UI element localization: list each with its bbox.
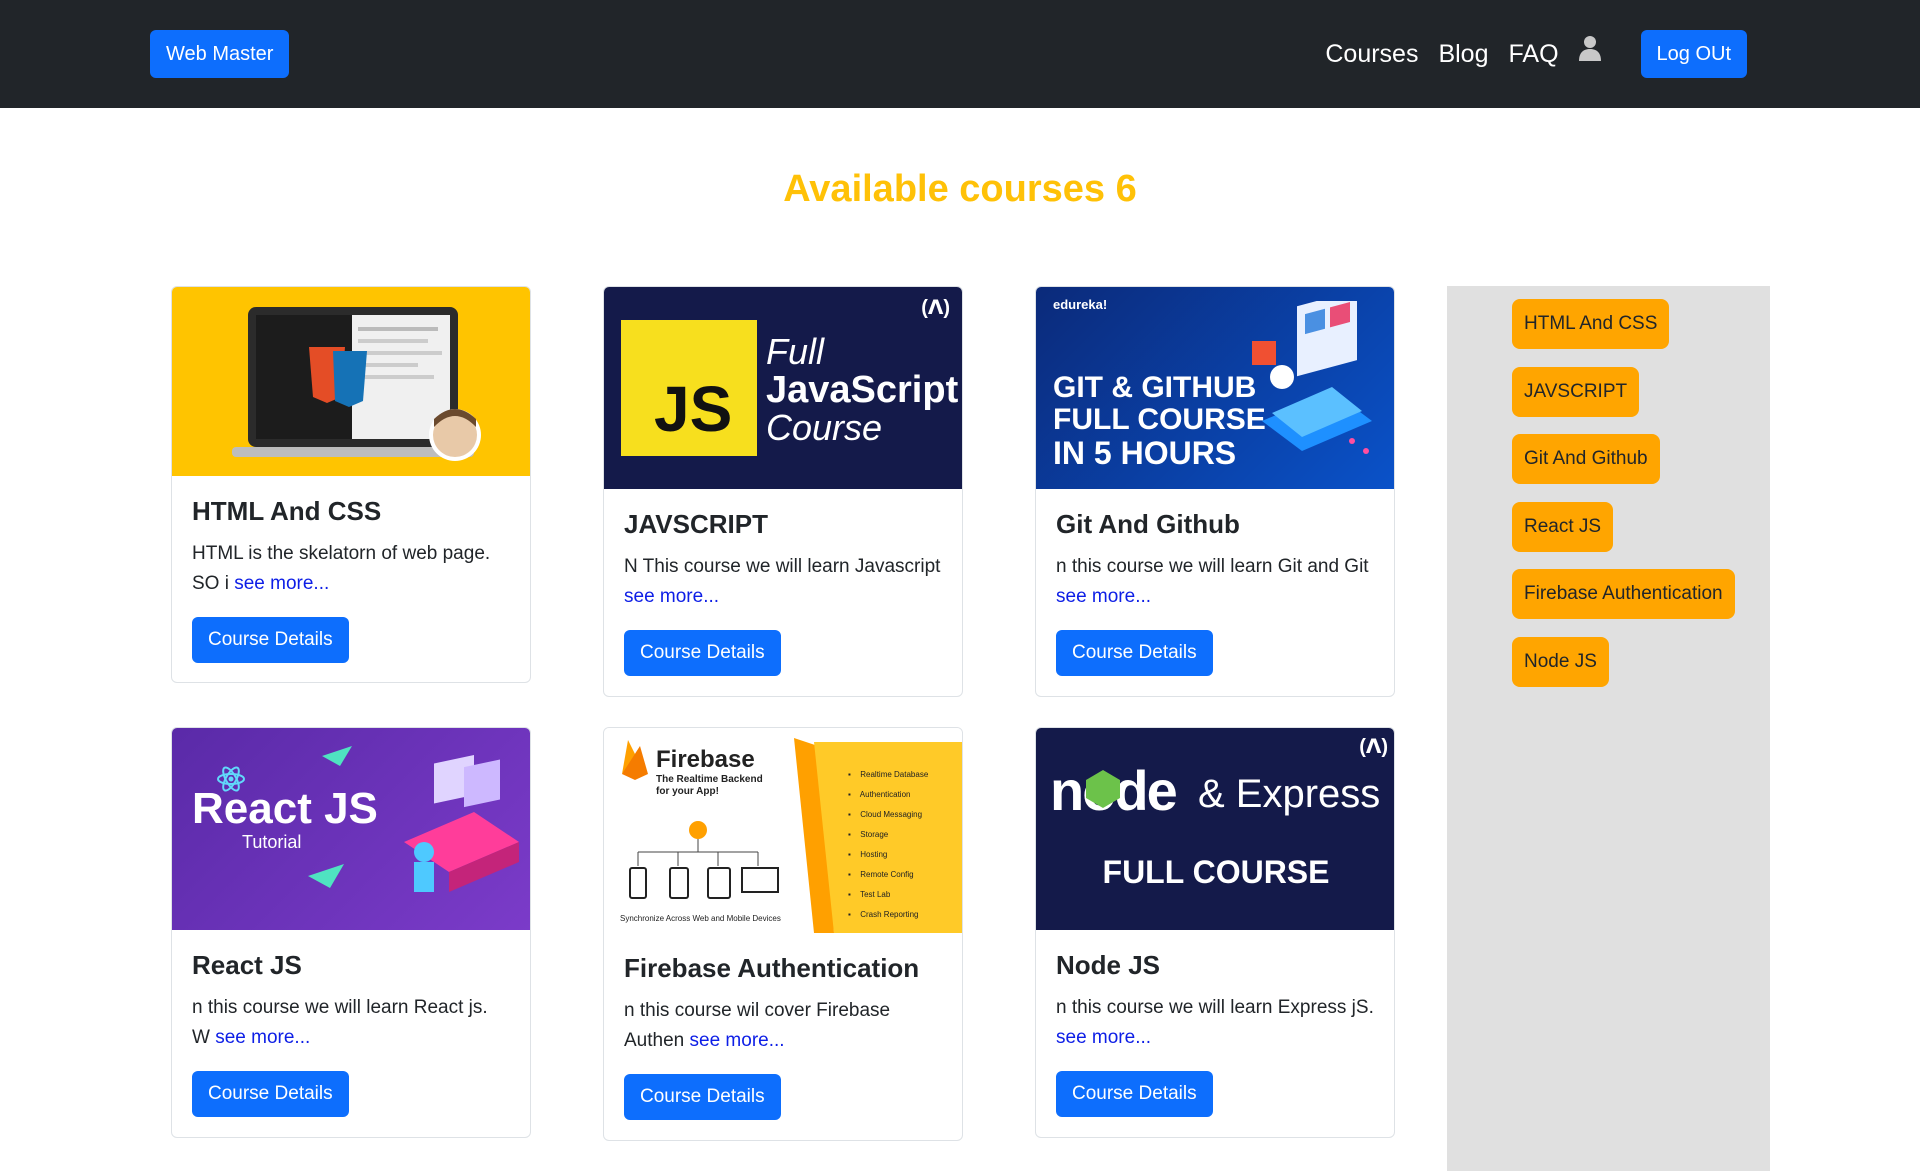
sidebar-item-javascript[interactable]: JAVSCRIPT — [1512, 367, 1640, 417]
course-image-javascript: JS Full JavaScript Course (ᐱ) — [604, 287, 962, 489]
js-image-line2: JavaScript — [766, 369, 959, 411]
firebase-tagline: The Realtime Backend for your App! — [656, 774, 763, 797]
course-title: Node JS — [1056, 950, 1161, 980]
top-navbar: Web Master Courses Blog FAQ Log OUt — [0, 0, 1920, 108]
feature-icon: ▪ — [848, 810, 851, 819]
feature-icon: ▪ — [848, 890, 851, 899]
firebase-caption: Synchronize Across Web and Mobile Device… — [620, 914, 781, 923]
see-more-link[interactable]: see more... — [690, 1030, 785, 1051]
feature-icon: ▪ — [848, 850, 851, 859]
course-image-html-css — [172, 287, 530, 476]
course-title: Firebase Authentication — [624, 953, 920, 983]
firebase-brand: Firebase — [656, 746, 755, 773]
nav-link-blog[interactable]: Blog — [1438, 30, 1488, 78]
logout-button[interactable]: Log OUt — [1640, 30, 1747, 78]
see-more-link[interactable]: see more... — [1056, 586, 1151, 607]
js-logo-text: JS — [654, 373, 733, 445]
react-illustration — [404, 754, 519, 892]
card-body: JAVSCRIPT N This course we will learn Ja… — [604, 489, 962, 696]
course-details-button[interactable]: Course Details — [1056, 1071, 1213, 1117]
user-icon[interactable] — [1578, 35, 1601, 61]
js-image-line1: Full — [766, 331, 825, 372]
course-card-firebase: Firebase The Realtime Backend for your A… — [603, 727, 963, 1141]
feature-icon: ▪ — [848, 790, 851, 799]
firebase-feature: ▪ Realtime Database — [848, 770, 929, 779]
feature-icon: ▪ — [848, 770, 851, 779]
freecodecamp-icon: (ᐱ) — [921, 297, 950, 319]
express-text: & Express — [1198, 772, 1381, 816]
paper-plane-icon — [308, 864, 344, 888]
git-image-line3: IN 5 HOURS — [1053, 435, 1237, 471]
js-image-line3: Course — [766, 407, 883, 448]
course-title: Git And Github — [1056, 509, 1240, 539]
course-details-button[interactable]: Course Details — [1056, 630, 1213, 676]
node-image-line2: FULL COURSE — [1102, 854, 1330, 890]
course-description: HTML is the skelatorn of web page. SO i … — [192, 543, 491, 594]
sidebar-item-firebase[interactable]: Firebase Authentication — [1512, 569, 1735, 619]
card-body: Node JS n this course we will learn Expr… — [1036, 930, 1394, 1137]
course-details-button[interactable]: Course Details — [192, 1071, 349, 1117]
see-more-link[interactable]: see more... — [1056, 1027, 1151, 1048]
firebase-feature: ▪ Storage — [848, 830, 889, 839]
course-details-button[interactable]: Course Details — [624, 1074, 781, 1120]
see-more-link[interactable]: see more... — [624, 586, 719, 607]
course-title: React JS — [192, 950, 302, 980]
course-image-node-js: node & Express FULL COURSE (ᐱ) — [1036, 728, 1394, 930]
freecodecamp-icon: (ᐱ) — [1359, 736, 1388, 758]
course-image-firebase: Firebase The Realtime Backend for your A… — [604, 728, 962, 933]
course-description: N This course we will learn Javascript s… — [624, 556, 941, 607]
firebase-feature: ▪ Test Lab — [848, 890, 891, 899]
course-description: n this course we will learn Express jS. … — [1056, 997, 1374, 1048]
git-image-line2: FULL COURSE — [1053, 403, 1266, 436]
node-hexagon-icon — [1086, 770, 1120, 808]
course-details-button[interactable]: Course Details — [624, 630, 781, 676]
paper-plane-icon — [322, 746, 352, 766]
firebase-features: ▪ Realtime Database ▪ Authentication ▪ C… — [848, 770, 962, 930]
git-illustration — [1252, 301, 1372, 454]
brand-button[interactable]: Web Master — [150, 30, 290, 78]
sidebar-item-react-js[interactable]: React JS — [1512, 502, 1614, 552]
card-body: Git And Github n this course we will lea… — [1036, 489, 1394, 696]
course-sidebar: HTML And CSS JAVSCRIPT Git And Github Re… — [1447, 286, 1770, 1171]
firebase-feature: ▪ Hosting — [848, 850, 888, 859]
firebase-feature: ▪ Remote Config — [848, 870, 914, 879]
nav-link-faq[interactable]: FAQ — [1509, 30, 1559, 78]
sidebar-item-git-github[interactable]: Git And Github — [1512, 434, 1660, 484]
see-more-link[interactable]: see more... — [234, 573, 329, 594]
card-body: Firebase Authentication n this course wi… — [604, 933, 962, 1140]
course-description: n this course we will learn React js. W … — [192, 997, 488, 1048]
firebase-feature: ▪ Cloud Messaging — [848, 810, 923, 819]
firebase-feature: ▪ Authentication — [848, 790, 911, 799]
course-image-git-github: edureka! GIT & GITHUB FULL COURSE IN 5 H… — [1036, 287, 1394, 489]
feature-icon: ▪ — [848, 910, 851, 919]
nav-links: Courses Blog FAQ Log OUt — [1325, 30, 1747, 78]
course-card-javascript: JS Full JavaScript Course (ᐱ) JAVSCRIPT … — [603, 286, 963, 697]
sidebar-item-html-css[interactable]: HTML And CSS — [1512, 299, 1670, 349]
feature-icon: ▪ — [848, 870, 851, 879]
course-description: n this course we will learn Git and Git … — [1056, 556, 1369, 607]
course-title: JAVSCRIPT — [624, 509, 768, 539]
nav-link-courses[interactable]: Courses — [1325, 30, 1418, 78]
course-description: n this course wil cover Firebase Authen … — [624, 1000, 891, 1051]
card-body: HTML And CSS HTML is the skelatorn of we… — [172, 476, 530, 682]
course-card-html-css: HTML And CSS HTML is the skelatorn of we… — [171, 286, 531, 683]
course-card-react-js: React JS Tutorial React JS n this course… — [171, 727, 531, 1138]
edureka-brand: edureka! — [1053, 297, 1108, 312]
react-image-line2: Tutorial — [242, 832, 302, 852]
course-card-node-js: node & Express FULL COURSE (ᐱ) Node JS n… — [1035, 727, 1395, 1138]
course-image-react-js: React JS Tutorial — [172, 728, 530, 930]
sidebar-item-node-js[interactable]: Node JS — [1512, 637, 1609, 687]
feature-icon: ▪ — [848, 830, 851, 839]
react-logo-icon — [217, 766, 245, 792]
firebase-devices-diagram — [629, 821, 779, 899]
git-image-line1: GIT & GITHUB — [1053, 371, 1257, 404]
course-title: HTML And CSS — [192, 496, 382, 526]
page-title: Available courses 6 — [783, 168, 1137, 210]
course-card-git-github: edureka! GIT & GITHUB FULL COURSE IN 5 H… — [1035, 286, 1395, 697]
course-details-button[interactable]: Course Details — [192, 617, 349, 663]
see-more-link[interactable]: see more... — [215, 1027, 310, 1048]
firebase-feature: ▪ Crash Reporting — [848, 910, 919, 919]
firebase-flame-icon — [622, 740, 648, 780]
card-body: React JS n this course we will learn Rea… — [172, 930, 530, 1137]
